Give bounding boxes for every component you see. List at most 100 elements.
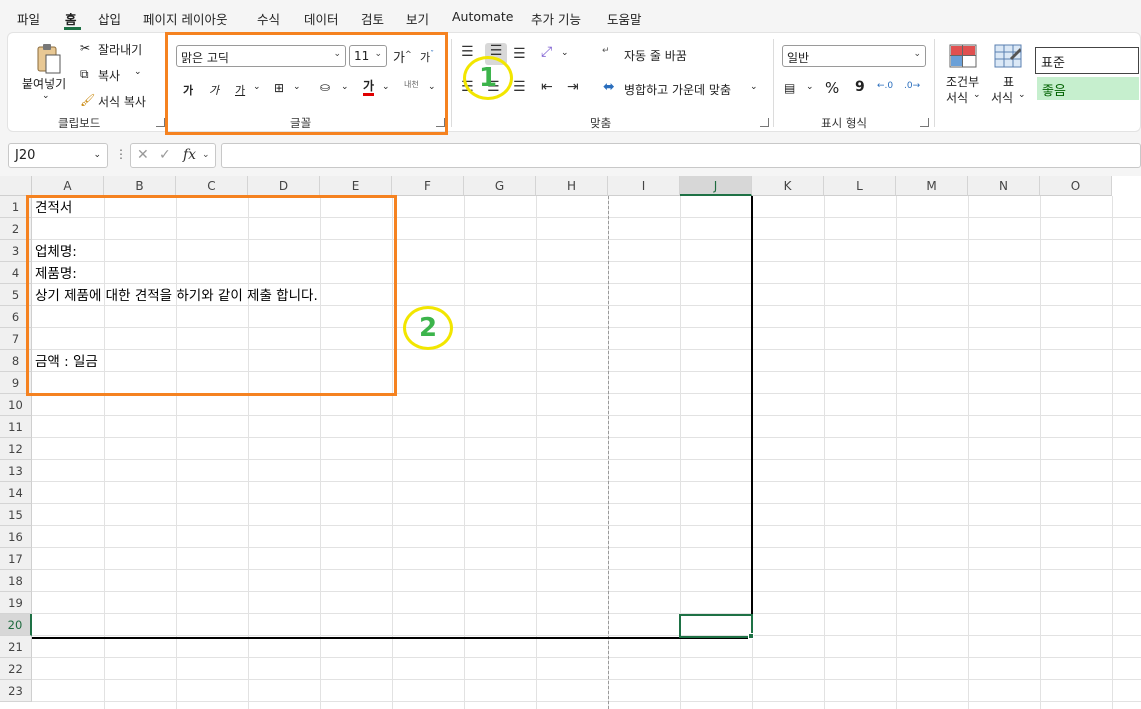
menu-review[interactable]: 검토 [361,9,384,28]
merge-center-button[interactable]: 병합하고 가운데 맞춤 [624,81,731,98]
copy-chevron-icon[interactable]: ⌄ [134,67,142,77]
column-header[interactable]: J [680,176,752,196]
cut-icon[interactable]: ✂ [80,41,90,55]
format-as-table-label-1[interactable]: 표 [1003,73,1014,90]
row-header[interactable]: 10 [0,394,32,416]
format-as-table-icon[interactable] [993,43,1023,69]
row-header[interactable]: 15 [0,504,32,526]
menu-automate[interactable]: Automate [452,9,513,24]
column-header[interactable]: F [392,176,464,196]
orientation-chevron-icon[interactable]: ⌄ [561,48,569,58]
column-header[interactable]: O [1040,176,1112,196]
cancel-icon[interactable]: ✕ [137,147,149,163]
wrap-text-button[interactable]: 자동 줄 바꿈 [624,47,687,64]
column-header[interactable]: B [104,176,176,196]
menu-help[interactable]: 도움말 [607,9,642,28]
cut-label[interactable]: 잘라내기 [98,41,142,58]
function-chevron-icon[interactable]: ⌄ [202,150,210,160]
comma-button[interactable]: 9 [855,79,865,95]
conditional-format-label-2[interactable]: 서식 [946,89,968,106]
column-header[interactable]: H [536,176,608,196]
merge-chevron-icon[interactable]: ⌄ [750,82,758,92]
format-painter-icon[interactable]: 🖌 [80,93,95,107]
cell-style-normal[interactable]: 표준 [1035,47,1139,74]
wrap-text-icon[interactable]: ↵ [602,46,610,56]
copy-label[interactable]: 복사 [98,67,120,84]
number-format-combo[interactable]: 일반 ⌄ [782,45,926,67]
row-header[interactable]: 12 [0,438,32,460]
row-header[interactable]: 14 [0,482,32,504]
paste-chevron-icon[interactable]: ⌄ [42,91,50,101]
percent-button[interactable]: % [825,79,839,97]
accounting-format-icon[interactable]: ▤ [784,81,795,95]
chevron-down-icon: ⌄ [93,150,101,160]
column-header[interactable]: A [32,176,104,196]
column-header[interactable]: C [176,176,248,196]
name-box[interactable]: J20 ⌄ [8,143,108,168]
format-as-table-chevron-icon[interactable]: ⌄ [1018,90,1026,100]
number-format-value: 일반 [787,51,810,65]
accounting-chevron-icon[interactable]: ⌄ [806,82,814,92]
row-header[interactable]: 19 [0,592,32,614]
menu-file[interactable]: 파일 [17,9,40,28]
menu-formulas[interactable]: 수식 [257,9,280,28]
column-header[interactable]: L [824,176,896,196]
decrease-indent-icon[interactable]: ⇤ [541,79,553,95]
increase-decimal-icon[interactable]: ←.0 [877,81,893,91]
column-header[interactable]: N [968,176,1040,196]
column-header[interactable]: D [248,176,320,196]
alignment-launcher-icon[interactable] [760,118,769,127]
menu-home[interactable]: 홈 [65,9,77,28]
cell-style-good[interactable]: 좋음 [1037,77,1139,100]
conditional-format-label-1[interactable]: 조건부 [946,73,979,90]
gridline-horizontal [32,437,1141,438]
clipboard-group-label: 클립보드 [58,116,101,130]
row-header[interactable]: 13 [0,460,32,482]
gridline-horizontal [32,481,1141,482]
align-top-icon[interactable]: ☰ [461,44,474,60]
row-header[interactable]: 11 [0,416,32,438]
format-painter-label[interactable]: 서식 복사 [98,93,146,110]
decrease-decimal-icon[interactable]: .0→ [904,81,920,91]
formula-input[interactable] [221,143,1141,168]
menu-insert[interactable]: 삽입 [98,9,121,28]
column-header[interactable]: E [320,176,392,196]
clipboard-launcher-icon[interactable] [156,118,165,127]
paste-label[interactable]: 붙여넣기 [22,75,66,92]
row-header[interactable]: 18 [0,570,32,592]
active-cell-j20[interactable] [679,614,753,638]
gridline-horizontal [32,569,1141,570]
more-options-icon[interactable]: ⋮ [115,147,127,161]
format-as-table-label-2[interactable]: 서식 [991,89,1013,106]
row-header[interactable]: 16 [0,526,32,548]
increase-indent-icon[interactable]: ⇥ [567,79,579,95]
row-header[interactable]: 17 [0,548,32,570]
column-header[interactable]: K [752,176,824,196]
number-launcher-icon[interactable] [920,118,929,127]
formula-tools: ✕ ✓ fx ⌄ [130,143,216,168]
select-all-corner[interactable] [0,176,32,196]
conditional-format-icon[interactable] [948,43,978,69]
column-header[interactable]: G [464,176,536,196]
align-bottom-icon[interactable]: ☰ [513,46,526,62]
conditional-format-chevron-icon[interactable]: ⌄ [973,90,981,100]
menu-page-layout[interactable]: 페이지 레이아웃 [143,9,227,28]
menu-addins[interactable]: 추가 기능 [531,9,581,28]
column-header[interactable]: I [608,176,680,196]
orientation-icon[interactable]: ⤢ [541,44,552,60]
column-header[interactable]: M [896,176,968,196]
menu-data[interactable]: 데이터 [304,9,339,28]
chevron-down-icon: ⌄ [913,49,921,59]
insert-function-button[interactable]: fx [183,147,196,163]
row-header[interactable]: 20 [0,614,32,636]
paste-icon[interactable] [24,41,74,77]
row-header[interactable]: 23 [0,680,32,702]
copy-icon[interactable]: ⧉ [80,67,89,82]
row-header[interactable]: 21 [0,636,32,658]
merge-center-icon[interactable]: ⬌ [603,79,615,95]
fill-handle[interactable] [748,633,754,639]
row-header[interactable]: 22 [0,658,32,680]
enter-icon[interactable]: ✓ [159,147,171,163]
align-right-icon[interactable]: ☰ [513,79,526,95]
menu-view[interactable]: 보기 [406,9,429,28]
